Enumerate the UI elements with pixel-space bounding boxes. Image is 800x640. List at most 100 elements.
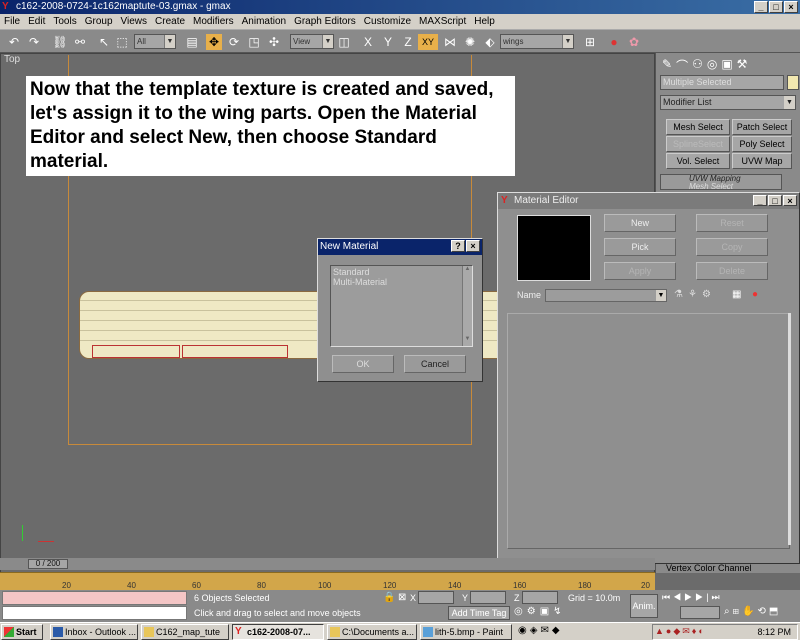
close-button[interactable]: ×: [784, 1, 798, 13]
timeline-ruler[interactable]: 20 40 60 80 100 120 140 160 180 20: [0, 572, 655, 590]
hierarchy-tab-icon[interactable]: ⚇: [692, 57, 703, 74]
checker-background-icon[interactable]: ▦: [732, 289, 741, 300]
mesh-select-button[interactable]: Mesh Select: [666, 119, 730, 135]
tray-app-icon[interactable]: ◆: [552, 625, 563, 636]
uvw-map-button[interactable]: UVW Map: [732, 153, 792, 169]
spinner-snap-icon[interactable]: ↯: [553, 606, 565, 617]
scroll-up-icon[interactable]: ▲: [463, 266, 472, 276]
apply-button[interactable]: Apply: [604, 262, 676, 280]
display-tab-icon[interactable]: ▣: [721, 57, 732, 74]
start-button[interactable]: Start: [1, 624, 43, 640]
list-scrollbar[interactable]: ▲ ▼: [462, 266, 472, 346]
cancel-button[interactable]: Cancel: [404, 355, 466, 373]
modify-tab-icon[interactable]: ⌒: [676, 57, 688, 74]
tray-icons[interactable]: ▲●◆✉♦◐: [655, 626, 706, 637]
task-documents[interactable]: C:\Documents a...: [327, 624, 417, 640]
menu-modifiers[interactable]: Modifiers: [189, 16, 238, 27]
absolute-mode-icon[interactable]: ⊠: [398, 592, 406, 603]
select-move-icon[interactable]: ✥: [206, 34, 222, 50]
maximize-viewport-icon[interactable]: ⬒: [769, 606, 781, 617]
modifier-stack[interactable]: UVW Mapping Mesh Select: [660, 174, 782, 191]
redo-icon[interactable]: ↷: [26, 34, 42, 50]
selection-filter-dropdown[interactable]: All ▼: [134, 34, 176, 49]
time-slider-thumb[interactable]: 0 / 200: [28, 559, 68, 569]
select-object-icon[interactable]: ↖: [96, 34, 112, 50]
menu-maxscript[interactable]: MAXScript: [415, 16, 470, 27]
goto-start-icon[interactable]: ⏮: [662, 592, 673, 602]
wing-part[interactable]: [92, 345, 180, 358]
scroll-down-icon[interactable]: ▼: [463, 336, 472, 346]
viewport-label[interactable]: Top: [4, 54, 20, 65]
menu-tools[interactable]: Tools: [49, 16, 80, 27]
play-icon[interactable]: ▶: [684, 592, 695, 602]
utilities-tab-icon[interactable]: ⚒: [737, 57, 748, 74]
tray-app-icon[interactable]: ◉: [518, 625, 530, 636]
clock[interactable]: 8:12 PM: [757, 627, 791, 637]
select-scale-icon[interactable]: ◳: [246, 34, 262, 50]
material-sample-slot[interactable]: [517, 215, 591, 281]
maxscript-input[interactable]: [2, 606, 187, 620]
ref-coord-dropdown[interactable]: View ▼: [290, 34, 334, 49]
named-selection-dropdown[interactable]: wings ▼: [500, 34, 574, 49]
angle-snap-icon[interactable]: ⚙: [527, 606, 540, 617]
select-rotate-icon[interactable]: ⟳: [226, 34, 242, 50]
poly-select-button[interactable]: Poly Select: [732, 136, 792, 152]
wing-part[interactable]: [182, 345, 288, 358]
select-by-name-icon[interactable]: ▤: [184, 34, 200, 50]
new-material-button[interactable]: New: [604, 214, 676, 232]
tray-app-icon[interactable]: ✉: [540, 625, 551, 636]
menu-customize[interactable]: Customize: [360, 16, 415, 27]
snap-icon[interactable]: ⬖: [482, 34, 498, 50]
zoom-extents-icon[interactable]: ⊞: [733, 606, 742, 617]
mirror-icon[interactable]: ⋈: [442, 34, 458, 50]
menu-file[interactable]: File: [0, 16, 24, 27]
show-map-icon[interactable]: ●: [752, 289, 758, 300]
patch-select-button[interactable]: Patch Select: [732, 119, 792, 135]
ok-button[interactable]: OK: [332, 355, 394, 373]
spline-select-button[interactable]: SplineSelect: [666, 136, 730, 152]
maximize-button[interactable]: □: [768, 195, 782, 206]
track-view-icon[interactable]: ⊞: [582, 34, 598, 50]
restrict-z-icon[interactable]: Z: [400, 34, 416, 50]
x-coordinate-field[interactable]: [418, 591, 454, 604]
unlink-icon[interactable]: ⚯: [72, 34, 88, 50]
stack-item-mesh-select[interactable]: Mesh Select: [661, 183, 781, 191]
current-frame-field[interactable]: [680, 606, 720, 619]
menu-views[interactable]: Views: [117, 16, 152, 27]
menu-edit[interactable]: Edit: [24, 16, 49, 27]
region-select-icon[interactable]: ⬚: [114, 34, 130, 50]
task-gmax[interactable]: Y c162-2008-07...: [232, 624, 324, 640]
undo-icon[interactable]: ↶: [6, 34, 22, 50]
zoom-icon[interactable]: ⌕: [724, 606, 733, 617]
selection-name-field[interactable]: Multiple Selected: [660, 75, 784, 90]
material-editor-icon[interactable]: ●: [606, 34, 622, 50]
object-color-swatch[interactable]: [787, 75, 799, 90]
tray-app-icon[interactable]: ◈: [530, 625, 541, 636]
delete-button[interactable]: Delete: [696, 262, 768, 280]
menu-group[interactable]: Group: [81, 16, 117, 27]
maxscript-listener-mini[interactable]: [2, 591, 187, 605]
material-type-list[interactable]: Standard Multi-Material ▲ ▼: [330, 265, 473, 347]
task-paint[interactable]: lith-5.bmp - Paint: [420, 624, 512, 640]
list-item-standard[interactable]: Standard: [333, 267, 370, 277]
y-coordinate-field[interactable]: [470, 591, 506, 604]
copy-button[interactable]: Copy: [696, 238, 768, 256]
prev-frame-icon[interactable]: ◀: [673, 592, 684, 602]
maximize-button[interactable]: □: [769, 1, 783, 13]
close-button[interactable]: ×: [466, 240, 480, 252]
z-coordinate-field[interactable]: [522, 591, 558, 604]
time-slider-track[interactable]: 0 / 200: [0, 558, 655, 570]
render-icon[interactable]: ✿: [626, 34, 642, 50]
motion-tab-icon[interactable]: ◎: [707, 57, 717, 74]
goto-end-icon[interactable]: ⏭: [712, 592, 723, 602]
pivot-center-icon[interactable]: ◫: [336, 34, 352, 50]
link-icon[interactable]: ⛓: [52, 34, 68, 50]
modifier-list-dropdown[interactable]: Modifier List ▼: [660, 95, 796, 110]
vol-select-button[interactable]: Vol. Select: [666, 153, 730, 169]
task-outlook[interactable]: Inbox - Outlook ...: [50, 624, 138, 640]
put-to-scene-icon[interactable]: ⚘: [688, 289, 697, 300]
reset-button[interactable]: Reset: [696, 214, 768, 232]
close-button[interactable]: ×: [783, 195, 797, 206]
menu-help[interactable]: Help: [470, 16, 499, 27]
help-button[interactable]: ?: [451, 240, 465, 252]
